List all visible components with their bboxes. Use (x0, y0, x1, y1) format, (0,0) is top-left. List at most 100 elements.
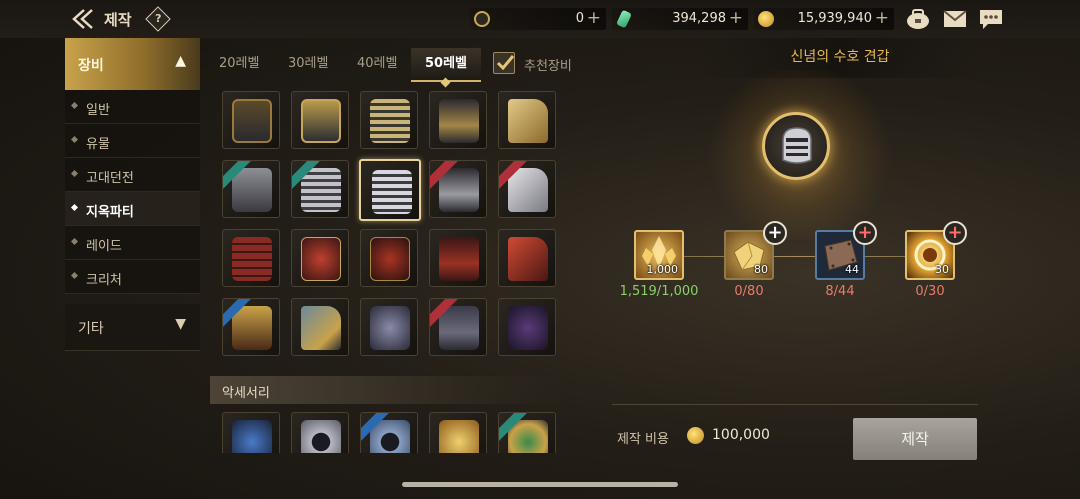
item-slot[interactable] (360, 298, 418, 356)
bullet-icon (70, 271, 79, 280)
armor-item-icon (301, 237, 341, 281)
category-etc-label: 기타 (78, 321, 104, 337)
item-slot[interactable] (429, 160, 487, 218)
sidebar-item-creature[interactable]: 크리처 (65, 260, 200, 294)
materials-connector (660, 256, 940, 257)
item-slot[interactable] (360, 412, 418, 453)
item-slot[interactable] (429, 229, 487, 287)
sidebar-item-ancient-dungeon[interactable]: 고대던전 (65, 158, 200, 192)
item-slot[interactable] (222, 229, 280, 287)
material-required-qty: 80 (754, 263, 768, 276)
chevron-down-icon: ▼ (175, 316, 186, 332)
material-count: 1,519/1,000 (619, 284, 699, 299)
sidebar-item-relic[interactable]: 유물 (65, 124, 200, 158)
boots-item-icon (508, 168, 548, 212)
item-slot[interactable] (429, 298, 487, 356)
item-slot[interactable] (498, 412, 556, 453)
helmet-icon (782, 127, 812, 164)
add-gold-button[interactable]: + (875, 8, 889, 28)
sidebar-item-hell-party[interactable]: 지옥파티 (65, 192, 200, 226)
item-slot[interactable] (222, 91, 280, 149)
armor-item-icon (301, 99, 341, 143)
add-crystal-button[interactable]: + (587, 8, 601, 28)
gem-icon (616, 9, 632, 29)
sidebar-item-label: 레이드 (86, 239, 122, 254)
add-material-button[interactable]: + (853, 221, 877, 245)
mail-icon[interactable] (942, 7, 968, 31)
helmet-item-icon (370, 306, 410, 350)
item-slot[interactable] (429, 412, 487, 453)
armor-item-icon (439, 168, 479, 212)
item-slot[interactable] (222, 160, 280, 218)
sidebar-item-label: 지옥파티 (86, 205, 134, 220)
currency-crystal[interactable]: 0 + (470, 8, 606, 30)
item-slot[interactable] (291, 160, 349, 218)
page-title: 제작 (104, 11, 132, 29)
material-count: 0/80 (734, 284, 764, 299)
item-slot[interactable] (498, 298, 556, 356)
gold-coin-icon (687, 427, 704, 444)
top-bar: 제작 ? 0 + 394,298 + 15,939,940 + (0, 0, 1080, 38)
item-slot[interactable] (222, 298, 280, 356)
craft-button[interactable]: 제작 (853, 418, 977, 460)
armor-item-icon (508, 306, 548, 350)
back-arrow-icon[interactable] (70, 6, 96, 32)
chat-icon[interactable] (978, 7, 1004, 31)
help-button[interactable]: ? (145, 6, 171, 32)
cost-divider (612, 404, 978, 405)
checkmark-icon (496, 55, 515, 71)
item-slot[interactable] (360, 229, 418, 287)
bag-icon[interactable] (905, 7, 931, 31)
item-slot[interactable] (291, 91, 349, 149)
craft-cost-label: 제작 비용 (617, 432, 669, 447)
tab-level-20[interactable]: 20레벨 (219, 52, 259, 71)
currency-gem[interactable]: 394,298 + (612, 8, 748, 30)
item-slot[interactable] (291, 229, 349, 287)
item-slot[interactable] (498, 91, 556, 149)
armor-item-icon (232, 99, 272, 143)
category-equipment[interactable]: 장비 ▲ (65, 38, 200, 90)
item-slot[interactable] (360, 91, 418, 149)
category-etc[interactable]: 기타 ▼ (65, 304, 200, 351)
add-gem-button[interactable]: + (729, 8, 743, 28)
material-count: 8/44 (825, 284, 855, 299)
item-slot[interactable] (291, 298, 349, 356)
armor-item-icon (439, 99, 479, 143)
accessory-item-icon (439, 420, 479, 453)
gold-coin-icon (758, 11, 774, 27)
item-slot[interactable] (498, 229, 556, 287)
help-question-icon: ? (155, 12, 162, 26)
home-indicator[interactable] (402, 482, 678, 487)
category-sidebar: 장비 ▲ 일반 유물 고대던전 지옥파티 레이드 크리처 기타 ▼ (65, 38, 200, 351)
currency-gem-value: 394,298 (672, 11, 726, 26)
currency-crystal-value: 0 (575, 11, 584, 26)
tab-level-50[interactable]: 50레벨 (411, 48, 481, 82)
crystal-coin-icon (474, 11, 490, 27)
boots-item-icon (508, 99, 548, 143)
bullet-icon (70, 135, 79, 144)
helmet-item-icon (370, 237, 410, 281)
chevron-up-icon: ▲ (175, 53, 186, 69)
item-slot[interactable] (222, 412, 280, 453)
item-slot[interactable] (291, 412, 349, 453)
item-slot-selected[interactable] (359, 159, 421, 221)
selected-item-preview[interactable] (762, 112, 830, 180)
accessory-section-label: 악세서리 (222, 386, 270, 401)
tab-level-30[interactable]: 30레벨 (288, 52, 328, 71)
sidebar-item-normal[interactable]: 일반 (65, 90, 200, 124)
material-slot[interactable]: 1,000 (634, 230, 684, 280)
tab-level-40[interactable]: 40레벨 (357, 52, 397, 71)
item-slot[interactable] (429, 91, 487, 149)
sidebar-item-label: 고대던전 (86, 171, 134, 186)
sidebar-item-raid[interactable]: 레이드 (65, 226, 200, 260)
recommend-checkbox[interactable] (493, 52, 515, 74)
sidebar-item-label: 일반 (86, 103, 110, 118)
add-material-button[interactable]: + (763, 221, 787, 245)
item-slot[interactable] (498, 160, 556, 218)
sidebar-item-label: 유물 (86, 137, 110, 152)
helmet-item-icon (370, 99, 410, 143)
armor-item-icon (439, 306, 479, 350)
bullet-icon (70, 169, 79, 178)
currency-gold[interactable]: 15,939,940 + (754, 8, 894, 30)
add-material-button[interactable]: + (943, 221, 967, 245)
